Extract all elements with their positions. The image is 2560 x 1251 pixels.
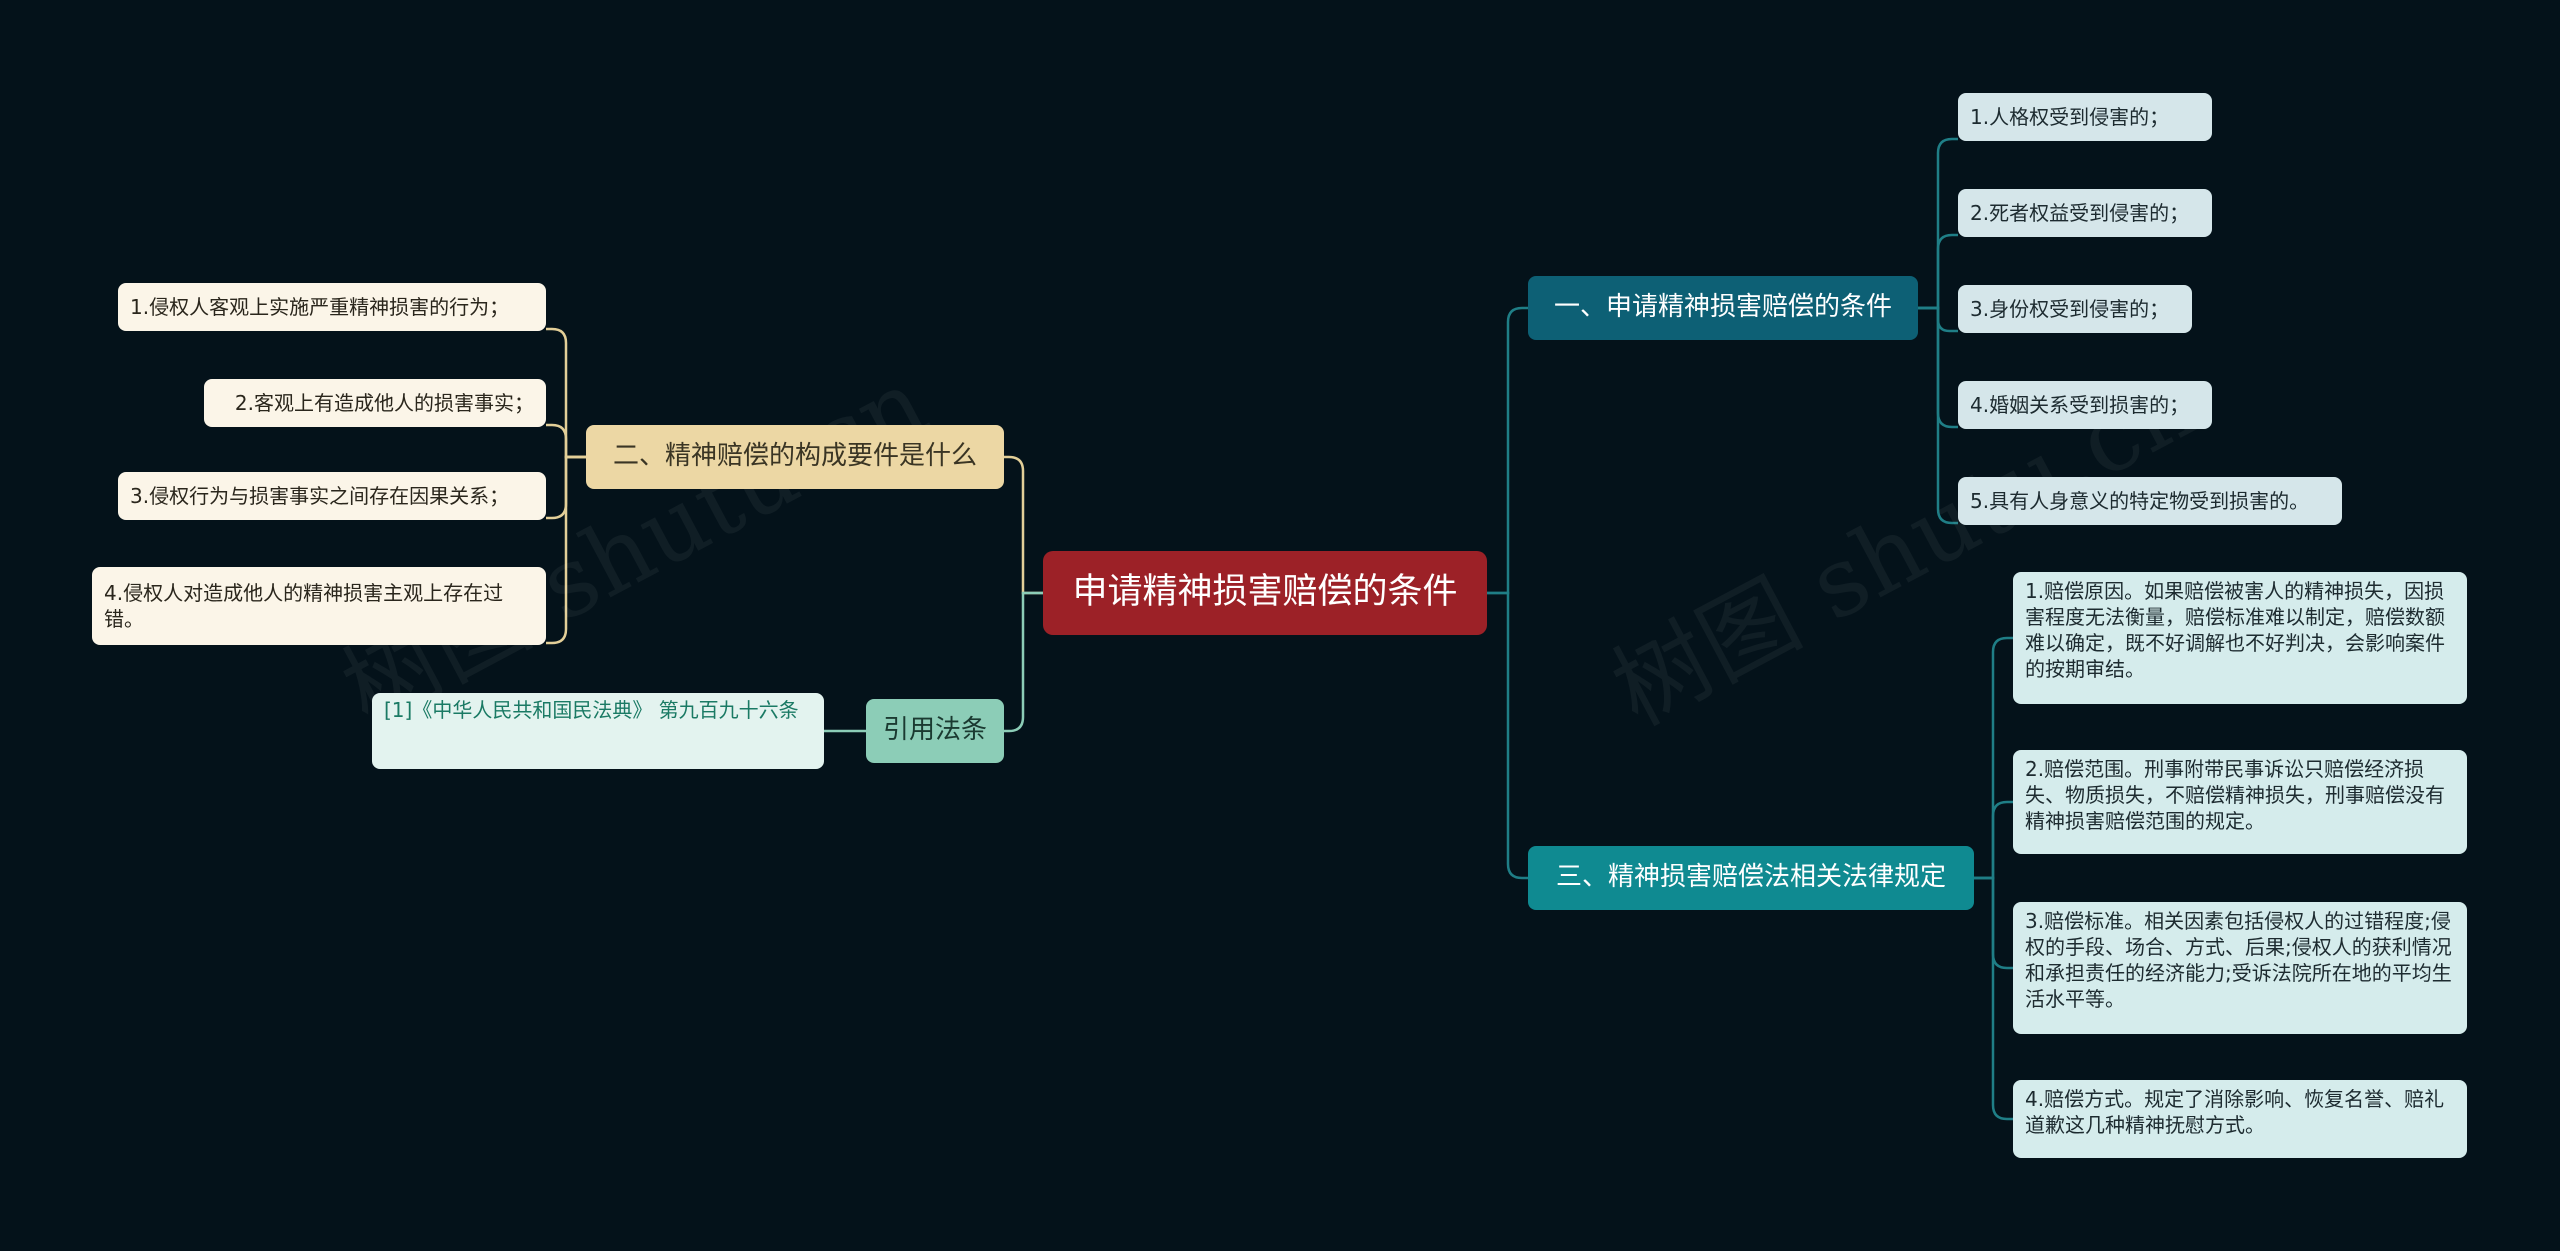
- branch-elements[interactable]: 二、精神赔偿的构成要件是什么: [586, 425, 1004, 489]
- branch-connector: [1004, 591, 1043, 733]
- condition-item[interactable]: 2.死者权益受到侵害的；: [1958, 189, 2212, 237]
- condition-item[interactable]: 4.婚姻关系受到损害的；: [1958, 381, 2212, 429]
- leaf-connector: [1918, 233, 1958, 310]
- condition-item[interactable]: 1.人格权受到侵害的；: [1958, 93, 2212, 141]
- branch-laws[interactable]: 三、精神损害赔偿法相关法律规定: [1528, 846, 1974, 910]
- branch-connector: [1487, 306, 1528, 595]
- law-item[interactable]: 2.赔偿范围。刑事附带民事诉讼只赔偿经济损失、物质损失，不赔偿精神损失，刑事赔偿…: [2013, 750, 2467, 854]
- law-item[interactable]: 1.赔偿原因。如果赔偿被害人的精神损失，因损害程度无法衡量，赔偿标准难以制定，赔…: [2013, 572, 2467, 704]
- branch-conditions[interactable]: 一、申请精神损害赔偿的条件: [1528, 276, 1918, 340]
- law-item[interactable]: 4.赔偿方式。规定了消除影响、恢复名誉、赔礼道歉这几种精神抚慰方式。: [2013, 1080, 2467, 1158]
- root-node[interactable]: 申请精神损害赔偿的条件: [1043, 551, 1487, 635]
- branch-citation[interactable]: 引用法条: [866, 699, 1004, 763]
- leaf-connector: [1918, 306, 1958, 525]
- leaf-connector: [1974, 876, 2013, 1121]
- element-item[interactable]: 2.客观上有造成他人的损害事实；: [204, 379, 546, 427]
- element-item[interactable]: 1.侵权人客观上实施严重精神损害的行为；: [118, 283, 546, 331]
- condition-item[interactable]: 3.身份权受到侵害的；: [1958, 285, 2192, 333]
- branch-connector: [1004, 455, 1043, 595]
- branch-connector: [1487, 591, 1528, 880]
- element-item[interactable]: 3.侵权行为与损害事实之间存在因果关系；: [118, 472, 546, 520]
- leaf-connector: [1974, 800, 2013, 880]
- condition-item[interactable]: 5.具有人身意义的特定物受到损害的。: [1958, 477, 2342, 525]
- leaf-connector: [546, 455, 586, 645]
- element-item[interactable]: 4.侵权人对造成他人的精神损害主观上存在过错。: [92, 567, 546, 645]
- law-item[interactable]: 3.赔偿标准。相关因素包括侵权人的过错程度;侵权的手段、场合、方式、后果;侵权人…: [2013, 902, 2467, 1034]
- citation-item[interactable]: [1]《中华人民共和国民法典》 第九百九十六条: [372, 693, 824, 769]
